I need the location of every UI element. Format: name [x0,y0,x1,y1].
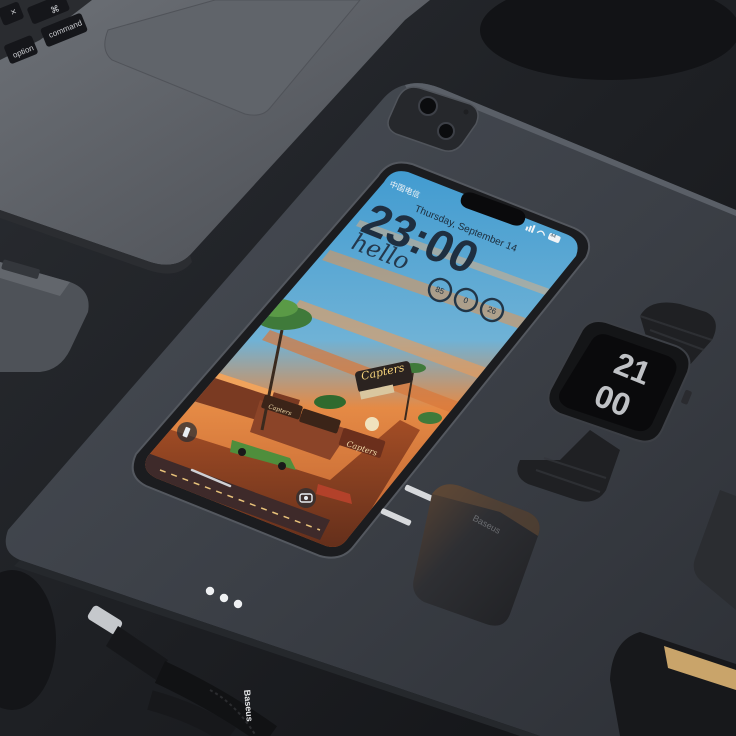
scene-svg: option command ⌘ × 中国电信 44 Thursday, Sep… [0,0,736,736]
product-photo-scene: option command ⌘ × 中国电信 44 Thursday, Sep… [0,0,736,736]
